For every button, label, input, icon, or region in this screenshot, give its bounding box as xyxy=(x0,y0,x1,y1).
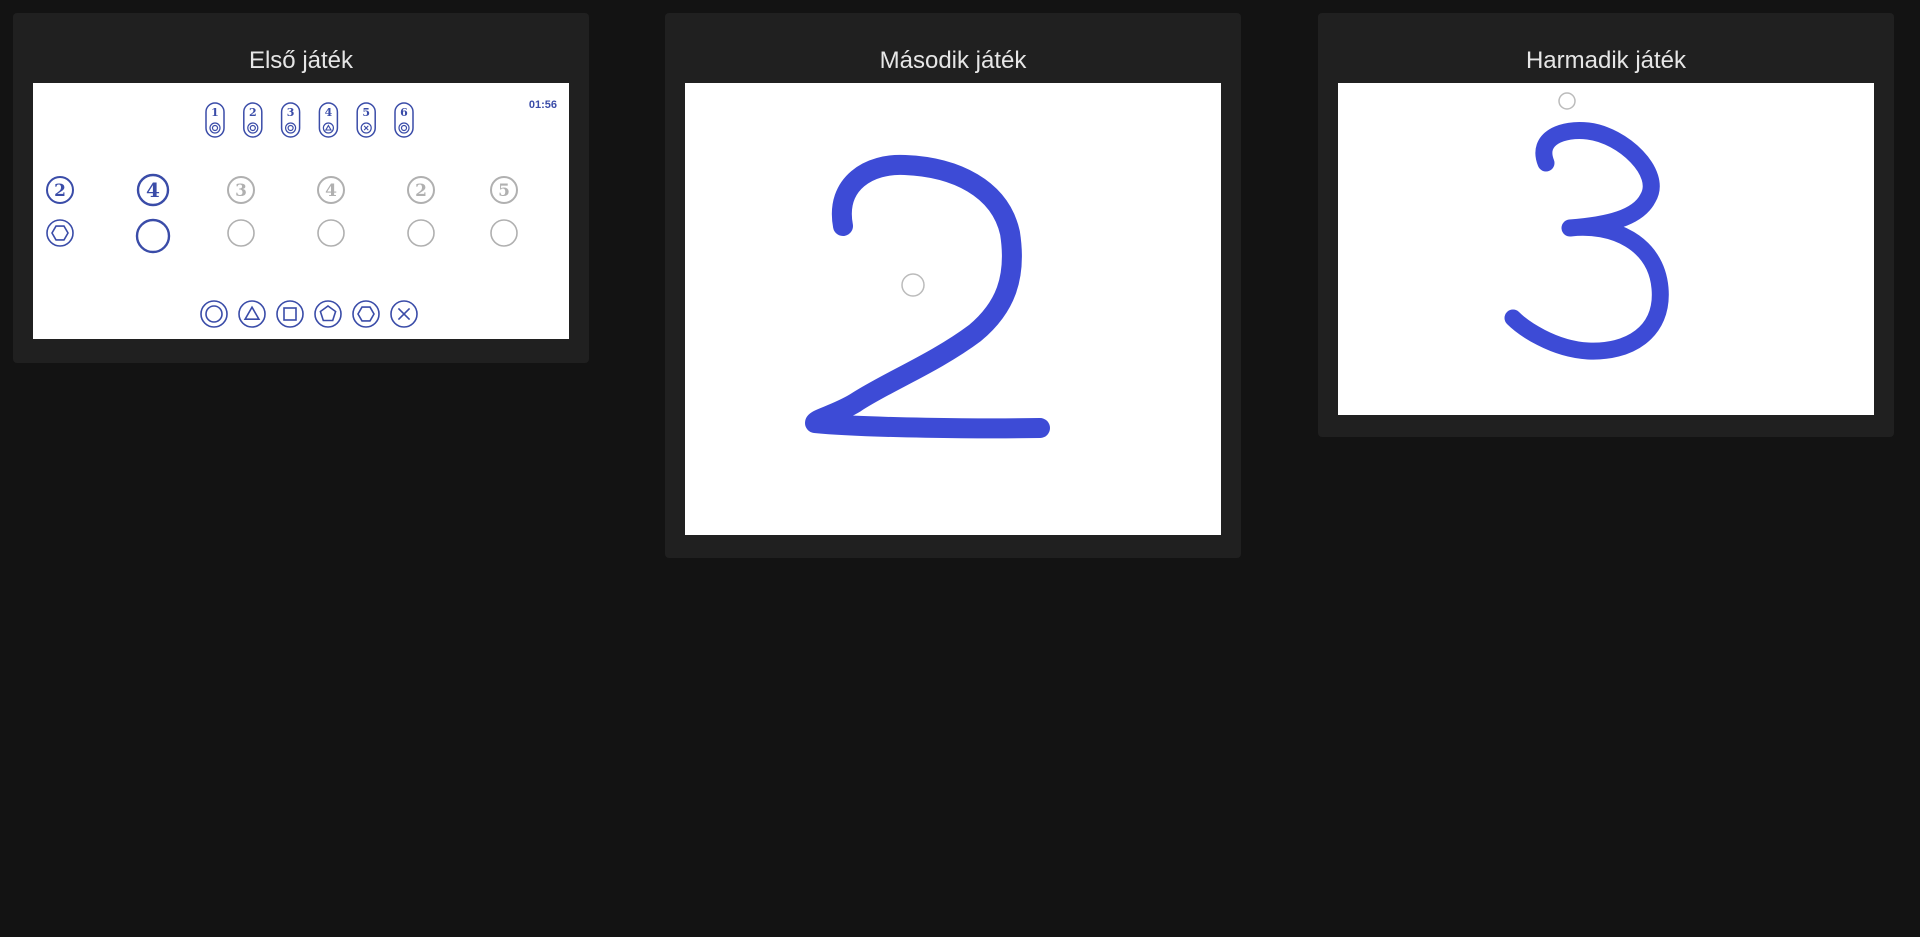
game-title-third: Harmadik játék xyxy=(1525,47,1687,74)
shape-button-row xyxy=(200,300,418,328)
shape-matching-game[interactable]: 01:56 1 2 3 4 5 6 2 4 3 4 2 5 xyxy=(33,83,569,339)
game-title-second: Második játék xyxy=(879,47,1027,74)
drawing-canvas-second[interactable] xyxy=(685,83,1221,535)
drawn-digit-stroke xyxy=(805,154,1050,439)
answer-slot[interactable] xyxy=(407,219,435,247)
game-title-first: Első játék xyxy=(248,47,354,74)
pentagon-shape-button[interactable] xyxy=(314,300,342,328)
game-canvas-first[interactable]: 01:56 1 2 3 4 5 6 2 4 3 4 2 5 xyxy=(33,83,569,339)
sequence-number: 2 xyxy=(415,181,427,201)
drawn-digit-stroke xyxy=(1504,121,1669,360)
hexagon-icon xyxy=(51,225,69,241)
sequence-number: 2 xyxy=(54,181,66,201)
legend-number: 4 xyxy=(325,106,333,119)
cursor-indicator xyxy=(901,273,925,297)
legend-number: 3 xyxy=(287,106,295,119)
drawing-canvas-third[interactable] xyxy=(1338,83,1874,415)
timer-text: 01:56 xyxy=(529,99,557,111)
drawing-surface[interactable] xyxy=(685,83,1221,535)
game-panel-third: Harmadik játék xyxy=(1318,13,1894,437)
number-shape-legend: 1 2 3 4 5 6 xyxy=(205,102,414,138)
x-shape-button[interactable] xyxy=(390,300,418,328)
sequence-item: 4 xyxy=(317,176,345,247)
sequence-item: 5 xyxy=(490,176,518,247)
sequence-number: 4 xyxy=(146,178,160,202)
cursor-indicator xyxy=(1558,92,1576,110)
legend-item: 2 xyxy=(243,102,263,138)
drawing-surface[interactable] xyxy=(1338,83,1874,415)
legend-number: 5 xyxy=(362,106,370,119)
sequence-number: 3 xyxy=(235,181,247,201)
legend-item: 4 xyxy=(318,102,339,138)
sequence-item: 2 xyxy=(46,176,74,247)
legend-number: 2 xyxy=(249,106,257,119)
circle-shape-button[interactable] xyxy=(200,300,228,328)
game-panel-first: Első játék 01:56 1 2 3 4 5 6 2 4 3 4 2 5 xyxy=(13,13,589,363)
answer-slot[interactable] xyxy=(317,219,345,247)
answer-slot[interactable] xyxy=(135,218,171,254)
legend-number: 1 xyxy=(211,106,219,119)
answer-slot[interactable] xyxy=(46,219,74,247)
sequence-number: 4 xyxy=(325,181,337,201)
legend-item: 3 xyxy=(280,102,301,138)
game-panel-second: Második játék xyxy=(665,13,1241,558)
legend-item: 1 xyxy=(205,102,225,138)
sequence-item: 2 xyxy=(407,176,435,247)
sequence-item: 3 xyxy=(227,176,255,247)
sequence-number: 5 xyxy=(498,181,510,201)
triangle-shape-button[interactable] xyxy=(238,300,266,328)
legend-number: 6 xyxy=(400,106,408,119)
sequence-item: 4 xyxy=(135,173,171,254)
answer-slot[interactable] xyxy=(490,219,518,247)
legend-item: 6 xyxy=(394,102,414,138)
square-shape-button[interactable] xyxy=(276,300,304,328)
number-sequence: 2 4 3 4 2 5 xyxy=(46,173,518,254)
answer-slot[interactable] xyxy=(227,219,255,247)
legend-item: 5 xyxy=(356,102,376,138)
hexagon-shape-button[interactable] xyxy=(352,300,380,328)
